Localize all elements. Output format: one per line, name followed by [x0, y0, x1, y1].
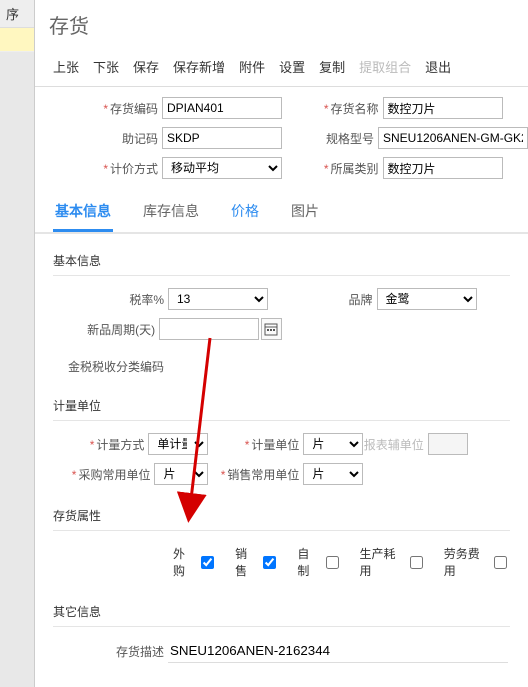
- section-unit-title: 计量单位: [53, 393, 510, 421]
- header-form: *存货编码 *存货名称 助记码 规格型号 *计价方式 移动平均: [35, 87, 528, 185]
- goldtax-label: 金税税收分类编码: [68, 360, 164, 374]
- buyunit-label: 采购常用单位: [78, 468, 150, 482]
- category-label: 所属类别: [330, 162, 378, 176]
- section-attr-title: 存货属性: [53, 503, 510, 531]
- tab-basic[interactable]: 基本信息: [53, 195, 113, 232]
- left-column: 序: [0, 0, 35, 687]
- toolbar-extract: 提取组合: [359, 57, 411, 76]
- mnemonic-input[interactable]: [162, 127, 282, 149]
- tab-price[interactable]: 价格: [229, 195, 261, 232]
- spec-label: 规格型号: [326, 132, 374, 146]
- section-other: 其它信息 存货描述: [53, 599, 510, 667]
- chk-self-wrap[interactable]: 自制: [297, 545, 341, 579]
- sellunit-select[interactable]: 片: [303, 463, 363, 485]
- chk-labor[interactable]: [494, 556, 507, 569]
- chk-sale[interactable]: [263, 556, 276, 569]
- chk-outsource[interactable]: [201, 556, 214, 569]
- toolbar-next[interactable]: 下张: [93, 57, 119, 76]
- section-attr: 存货属性 外购 销售 自制 生产耗用 劳务费用: [53, 503, 510, 585]
- tab-image[interactable]: 图片: [289, 195, 321, 232]
- page-title: 存货: [35, 0, 528, 57]
- leftcol-row[interactable]: [0, 28, 34, 52]
- reportaux-label: 报表辅单位: [364, 436, 424, 453]
- brand-select[interactable]: 金鹭: [377, 288, 477, 310]
- chk-labor-wrap[interactable]: 劳务费用: [444, 545, 510, 579]
- toolbar-copy[interactable]: 复制: [319, 57, 345, 76]
- name-label: 存货名称: [330, 102, 378, 116]
- section-unit: 计量单位 *计量方式 单计量 *计量单位 片 报表辅单位: [53, 393, 510, 489]
- chk-sale-wrap[interactable]: 销售: [235, 545, 279, 579]
- chk-self[interactable]: [326, 556, 339, 569]
- code-input[interactable]: [162, 97, 282, 119]
- section-other-title: 其它信息: [53, 599, 510, 627]
- toolbar-exit[interactable]: 退出: [425, 57, 451, 76]
- newcycle-label: 新品周期(天): [87, 323, 155, 337]
- section-basic-title: 基本信息: [53, 248, 510, 276]
- tabs: 基本信息 库存信息 价格 图片: [35, 185, 528, 234]
- category-input[interactable]: [383, 157, 503, 179]
- chk-consume-wrap[interactable]: 生产耗用: [360, 545, 426, 579]
- newcycle-input[interactable]: [159, 318, 259, 340]
- code-label: 存货编码: [110, 102, 158, 116]
- leftcol-header: 序: [0, 0, 34, 28]
- toolbar-save[interactable]: 保存: [133, 57, 159, 76]
- pricemethod-select[interactable]: 移动平均: [162, 157, 282, 179]
- desc-label: 存货描述: [116, 645, 164, 659]
- desc-input[interactable]: [168, 639, 508, 663]
- toolbar-settings[interactable]: 设置: [279, 57, 305, 76]
- sellunit-label: 销售常用单位: [227, 468, 299, 482]
- spec-input[interactable]: [378, 127, 528, 149]
- toolbar-attach[interactable]: 附件: [239, 57, 265, 76]
- mnemonic-label: 助记码: [122, 132, 158, 146]
- unitmethod-select[interactable]: 单计量: [148, 433, 208, 455]
- toolbar-prev[interactable]: 上张: [53, 57, 79, 76]
- chk-outsource-wrap[interactable]: 外购: [173, 545, 217, 579]
- tab-stock[interactable]: 库存信息: [141, 195, 201, 232]
- section-basic: 基本信息 税率% 13 品牌 金鹭 新品周期(天): [53, 248, 510, 379]
- pricemethod-label: 计价方式: [110, 162, 158, 176]
- buyunit-select[interactable]: 片: [154, 463, 208, 485]
- main: 存货 上张 下张 保存 保存新增 附件 设置 复制 提取组合 退出 *存货编码 …: [35, 0, 528, 687]
- reportaux-input: [428, 433, 468, 455]
- calendar-icon[interactable]: [261, 318, 281, 340]
- brand-label: 品牌: [348, 293, 372, 307]
- unit-label: 计量单位: [251, 438, 299, 452]
- chk-consume[interactable]: [410, 556, 423, 569]
- tax-select[interactable]: 13: [168, 288, 268, 310]
- toolbar: 上张 下张 保存 保存新增 附件 设置 复制 提取组合 退出: [35, 57, 528, 87]
- unitmethod-label: 计量方式: [96, 438, 144, 452]
- unit-select[interactable]: 片: [303, 433, 363, 455]
- toolbar-save-new[interactable]: 保存新增: [173, 57, 225, 76]
- name-input[interactable]: [383, 97, 503, 119]
- tax-label: 税率%: [129, 293, 164, 307]
